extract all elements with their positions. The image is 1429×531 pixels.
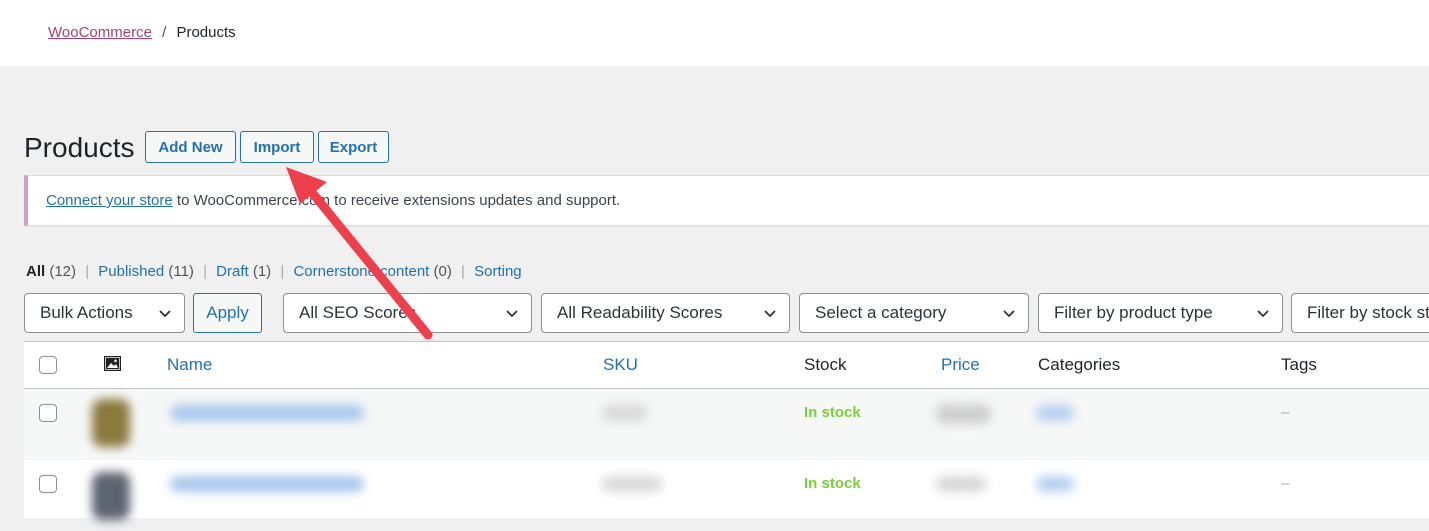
breadcrumb-separator: /	[162, 24, 167, 41]
view-draft-count: (1)	[252, 263, 272, 280]
seo-scores-label: All SEO Scores	[299, 303, 417, 322]
readability-scores-select[interactable]: All Readability Scores	[541, 293, 790, 333]
view-sorting[interactable]: Sorting	[474, 263, 522, 280]
product-price	[936, 404, 991, 424]
view-all[interactable]: All	[26, 263, 45, 280]
product-tags: –	[1281, 404, 1290, 421]
product-sku	[602, 476, 662, 492]
view-cornerstone[interactable]: Cornerstone content	[293, 263, 429, 280]
product-type-select[interactable]: Filter by product type	[1038, 293, 1283, 333]
chevron-down-icon	[159, 310, 171, 318]
apply-button[interactable]: Apply	[193, 293, 262, 333]
chevron-down-icon	[1257, 310, 1269, 318]
stock-status-select[interactable]: Filter by stock status	[1291, 293, 1429, 333]
product-name-link[interactable]	[170, 405, 364, 421]
category-select[interactable]: Select a category	[799, 293, 1029, 333]
view-separator: |	[85, 263, 90, 280]
product-category-link[interactable]	[1036, 405, 1074, 421]
notice-text: Connect your store to WooCommerce.com to…	[46, 192, 620, 209]
seo-scores-select[interactable]: All SEO Scores	[283, 293, 532, 333]
image-icon	[104, 356, 121, 371]
table-row[interactable]: In stock –	[24, 460, 1429, 531]
chevron-down-icon	[1003, 310, 1015, 318]
column-sku[interactable]: SKU	[603, 355, 638, 375]
breadcrumb-current: Products	[176, 24, 236, 41]
category-label: Select a category	[815, 303, 947, 322]
column-categories: Categories	[1038, 355, 1121, 374]
top-bar: WooCommerce / Products	[0, 0, 1429, 66]
stock-status: In stock	[804, 475, 861, 492]
product-tags: –	[1281, 475, 1290, 492]
breadcrumb: WooCommerce / Products	[48, 24, 236, 41]
product-thumbnail[interactable]	[92, 399, 130, 447]
view-cornerstone-count: (0)	[433, 263, 452, 280]
column-stock: Stock	[804, 355, 847, 374]
products-table: Name SKU Stock Price Categories Tags In …	[24, 341, 1429, 520]
page-title: Products	[24, 132, 135, 163]
export-button[interactable]: Export	[318, 131, 389, 163]
table-row[interactable]: In stock –	[24, 389, 1429, 460]
chevron-down-icon	[506, 310, 518, 318]
view-separator: |	[461, 263, 465, 280]
product-type-label: Filter by product type	[1054, 303, 1213, 322]
product-sku	[602, 405, 648, 421]
connect-store-notice: Connect your store to WooCommerce.com to…	[24, 175, 1429, 226]
select-all-checkbox[interactable]	[39, 356, 57, 374]
column-name[interactable]: Name	[167, 355, 212, 375]
view-published[interactable]: Published	[98, 263, 164, 280]
product-name-link[interactable]	[170, 476, 364, 492]
view-separator: |	[203, 263, 207, 280]
view-all-count: (12)	[49, 263, 77, 280]
bulk-actions-label: Bulk Actions	[40, 303, 133, 322]
stock-status-label: Filter by stock status	[1307, 303, 1429, 322]
row-checkbox[interactable]	[39, 404, 57, 422]
readability-scores-label: All Readability Scores	[557, 303, 723, 322]
view-draft[interactable]: Draft	[216, 263, 249, 280]
add-new-button[interactable]: Add New	[145, 131, 236, 163]
view-published-count: (11)	[168, 263, 194, 280]
status-views: All (12) | Published (11) | Draft (1) | …	[26, 263, 522, 280]
bulk-actions-select[interactable]: Bulk Actions	[24, 293, 185, 333]
table-header: Name SKU Stock Price Categories Tags	[24, 342, 1429, 389]
column-tags: Tags	[1281, 355, 1317, 374]
product-price	[936, 476, 986, 492]
product-category-link[interactable]	[1036, 476, 1074, 492]
column-price[interactable]: Price	[941, 355, 980, 375]
import-button[interactable]: Import	[240, 131, 314, 163]
row-checkbox[interactable]	[39, 475, 57, 493]
connect-store-link[interactable]: Connect your store	[46, 192, 173, 209]
stock-status: In stock	[804, 404, 861, 421]
chevron-down-icon	[764, 310, 776, 318]
breadcrumb-woocommerce-link[interactable]: WooCommerce	[48, 24, 152, 41]
view-separator: |	[280, 263, 285, 280]
product-thumbnail[interactable]	[92, 472, 130, 520]
notice-message: to WooCommerce.com to receive extensions…	[172, 192, 621, 209]
